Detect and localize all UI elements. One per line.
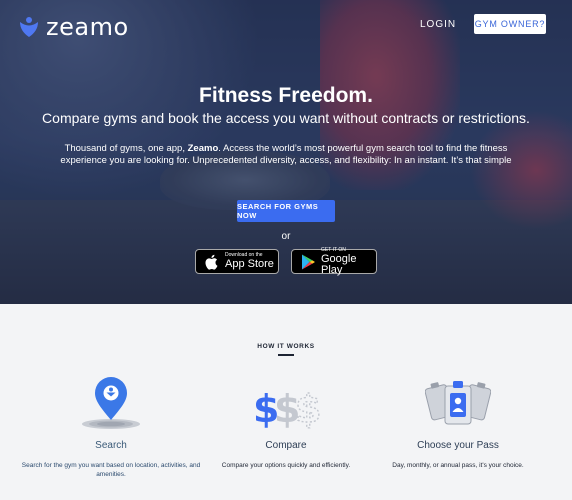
app-store-label: App Store: [225, 258, 274, 270]
search-gyms-button[interactable]: SEARCH FOR GYMS NOW: [237, 200, 335, 222]
dollar-signs-icon: $ $ $: [253, 386, 321, 430]
apple-icon: [205, 254, 218, 270]
or-separator: or: [281, 231, 291, 242]
gym-owner-button[interactable]: GYM OWNER?: [474, 14, 546, 34]
pass-cards-icon: [425, 381, 491, 425]
how-it-works-section: HOW IT WORKS Search Search for the gym y…: [0, 304, 572, 500]
step-search-description: Search for the gym you want based on loc…: [21, 462, 201, 478]
step-compare-title: Compare: [265, 440, 307, 451]
hero-subtitle: Compare gyms and book the access you wan…: [42, 110, 530, 126]
google-play-badge[interactable]: GET IT ON Google Play: [291, 246, 377, 276]
hero-section: zeamo LOGIN GYM OWNER? Fitness Freedom. …: [0, 0, 572, 304]
step-choose-pass-art: [368, 374, 548, 430]
step-search: Search Search for the gym you want based…: [21, 374, 201, 479]
step-compare-description: Compare your options quickly and efficie…: [221, 462, 351, 469]
step-choose-pass: Choose your Pass Day, monthly, or annual…: [368, 374, 548, 470]
step-choose-pass-description: Day, monthly, or annual pass, it's your …: [392, 462, 524, 469]
hero-paragraph-start: Thousand of gyms, one app,: [64, 143, 188, 154]
how-it-works-title: HOW IT WORKS: [257, 343, 315, 350]
hero-title: Fitness Freedom.: [199, 84, 373, 107]
google-play-icon: [302, 254, 315, 269]
step-search-title: Search: [95, 440, 127, 451]
step-compare-art: $ $ $: [196, 374, 376, 430]
google-play-small-label: GET IT ON: [321, 246, 346, 253]
hero-paragraph: Thousand of gyms, one app, Zeamo. Access…: [50, 143, 522, 167]
brand-name: zeamo: [46, 13, 129, 41]
map-pin-icon: [82, 377, 140, 429]
step-search-art: [21, 374, 201, 430]
page: zeamo LOGIN GYM OWNER? Fitness Freedom. …: [0, 0, 572, 500]
step-choose-pass-title: Choose your Pass: [417, 440, 499, 451]
svg-text:$: $: [295, 387, 321, 430]
step-compare: $ $ $ Compare Compare your options quick…: [196, 374, 376, 470]
brand-logo[interactable]: zeamo: [18, 13, 129, 41]
google-play-label: Google Play: [321, 252, 357, 276]
app-store-badge[interactable]: Download on the App Store: [195, 249, 279, 274]
hero-paragraph-brand: Zeamo: [187, 143, 219, 154]
how-it-works-underline: [278, 354, 294, 356]
zeamo-logo-icon: [20, 17, 38, 37]
login-link[interactable]: LOGIN: [420, 19, 456, 30]
